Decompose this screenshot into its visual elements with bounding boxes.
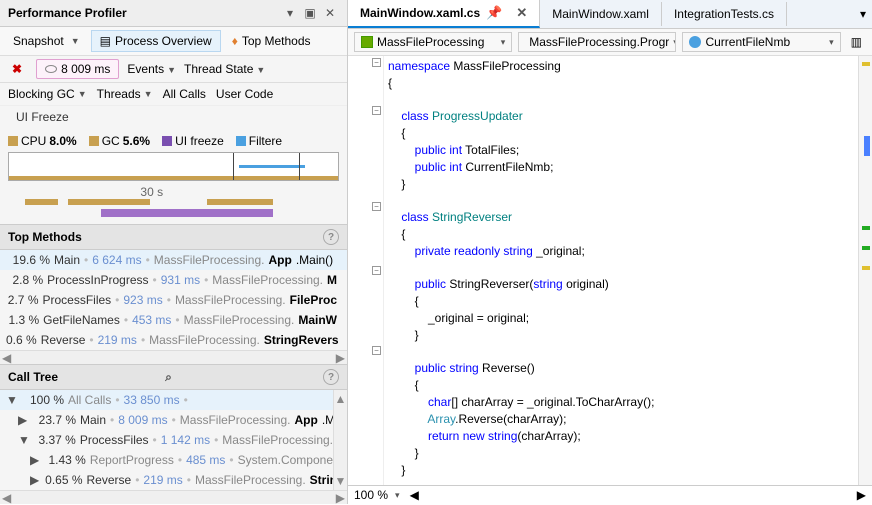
call-tree-list: ▼100 % All Calls • 33 850 ms • ▶23.7 % M… [0,390,347,490]
status-text: UI Freeze [0,106,347,128]
h-scrollbar[interactable]: ◀▶ [0,490,347,504]
code-footer: 100 % ▾ ◀ ▶ [348,485,872,504]
fold-icon[interactable]: − [372,266,381,275]
profiler-toolbar2: ✖ 8 009 ms Events▼ Thread State▼ [0,56,347,83]
tabs-overflow-icon[interactable]: ▾ [860,7,866,21]
search-icon[interactable]: ⌕ [165,370,172,385]
field-icon [689,36,701,48]
zoom-label[interactable]: 100 % [354,488,388,502]
marker-strip[interactable] [858,56,872,485]
flame-icon: ♦ [232,34,238,48]
fold-icon[interactable]: − [372,58,381,67]
h-scrollbar[interactable]: ◀▶ [0,350,347,364]
call-tree-row[interactable]: ▶1.43 % ReportProgress • 485 ms • System… [0,450,347,470]
process-overview-btn[interactable]: ▤Process Overview [91,30,221,52]
time-badge[interactable]: 8 009 ms [36,59,119,79]
close-tab-icon[interactable]: ✕ [516,5,527,21]
zoom-dropdown-icon[interactable]: ▾ [395,490,400,501]
timescale: 30 s [8,185,339,195]
pin-icon[interactable]: 📌 [486,5,502,21]
legend: CPU 8.0% GC 5.6% UI freeze Filtere [0,128,347,150]
v-scrollbar[interactable]: ▲▼ [333,390,347,490]
blocking-gc-dropdown[interactable]: Blocking GC▼ [8,87,87,101]
namespace-combo[interactable]: MassFileProcessing▾ [354,32,512,52]
top-method-row[interactable]: 1.3 % GetFileNames • 453 ms • MassFilePr… [0,310,347,330]
window-dropdown-icon[interactable]: ▾ [281,4,299,22]
fold-icon[interactable]: − [372,106,381,115]
eye-icon [45,65,57,73]
class-combo[interactable]: MassFileProcessing.Progr▾ [518,32,676,52]
context-bar: MassFileProcessing▾ MassFileProcessing.P… [348,29,872,56]
pin-icon[interactable]: ▣ [301,4,319,22]
call-tree-row[interactable]: ▼100 % All Calls • 33 850 ms • [0,390,347,410]
close-icon[interactable]: ✕ [321,4,339,22]
clear-icon[interactable]: ✖ [12,62,22,76]
code-editor[interactable]: namespace MassFileProcessing { class Pro… [384,56,858,485]
call-tree-row[interactable]: ▶0.65 % Reverse • 219 ms • MassFileProce… [0,470,347,490]
threads-dropdown[interactable]: Threads▼ [97,87,153,101]
thread-state-dropdown[interactable]: Thread State▼ [184,62,265,76]
spans[interactable] [8,197,339,216]
help-icon[interactable]: ? [323,369,339,385]
profiler-toolbar: Snapshot▼ ▤Process Overview ♦Top Methods [0,27,347,56]
tab-mainwindow-cs[interactable]: MainWindow.xaml.cs 📌 ✕ [348,0,540,28]
scroll-right-icon[interactable]: ▶ [857,488,866,502]
fold-icon[interactable]: − [372,202,381,211]
csharp-icon [361,36,373,48]
gutter[interactable]: − − − − − [348,56,384,485]
top-method-row[interactable]: 0.6 % Reverse • 219 ms • MassFileProcess… [0,330,347,350]
editor-tabs: MainWindow.xaml.cs 📌 ✕ MainWindow.xaml I… [348,0,872,29]
call-tree-row[interactable]: ▼3.37 % ProcessFiles • 1 142 ms • MassFi… [0,430,347,450]
scroll-left-icon[interactable]: ◀ [410,488,419,502]
top-methods-list: 19.6 % Main • 6 624 ms • MassFileProcess… [0,250,347,350]
timeline[interactable] [8,152,339,181]
fold-icon[interactable]: − [372,346,381,355]
top-methods-btn[interactable]: ♦Top Methods [223,30,320,52]
call-tree-row[interactable]: ▶23.7 % Main • 8 009 ms • MassFileProces… [0,410,347,430]
cpu-swatch [8,136,18,146]
panel-title: Performance Profiler [8,6,279,20]
top-method-row[interactable]: 2.7 % ProcessFiles • 923 ms • MassFilePr… [0,290,347,310]
help-icon[interactable]: ? [323,229,339,245]
user-code-filter[interactable]: User Code [216,87,273,101]
top-method-row[interactable]: 2.8 % ProcessInProgress • 931 ms • MassF… [0,270,347,290]
tab-mainwindow-xaml[interactable]: MainWindow.xaml [540,2,662,26]
events-dropdown[interactable]: Events▼ [127,62,176,76]
top-method-row[interactable]: 19.6 % Main • 6 624 ms • MassFileProcess… [0,250,347,270]
call-tree-header: Call Tree ⌕ ? [0,364,347,390]
gc-swatch [89,136,99,146]
ui-swatch [162,136,172,146]
profiler-header: Performance Profiler ▾ ▣ ✕ [0,0,347,27]
snapshot-dropdown[interactable]: Snapshot▼ [4,30,89,52]
hierarchy-icon: ▤ [100,34,111,48]
tab-integrationtests[interactable]: IntegrationTests.cs [662,2,787,26]
filters-row: Blocking GC▼ Threads▼ All Calls User Cod… [0,83,347,106]
all-calls-filter[interactable]: All Calls [163,87,206,101]
filter-swatch [236,136,246,146]
top-methods-header: Top Methods ? [0,224,347,250]
split-icon[interactable]: ▥ [847,35,866,49]
member-combo[interactable]: CurrentFileNmb▾ [682,32,840,52]
